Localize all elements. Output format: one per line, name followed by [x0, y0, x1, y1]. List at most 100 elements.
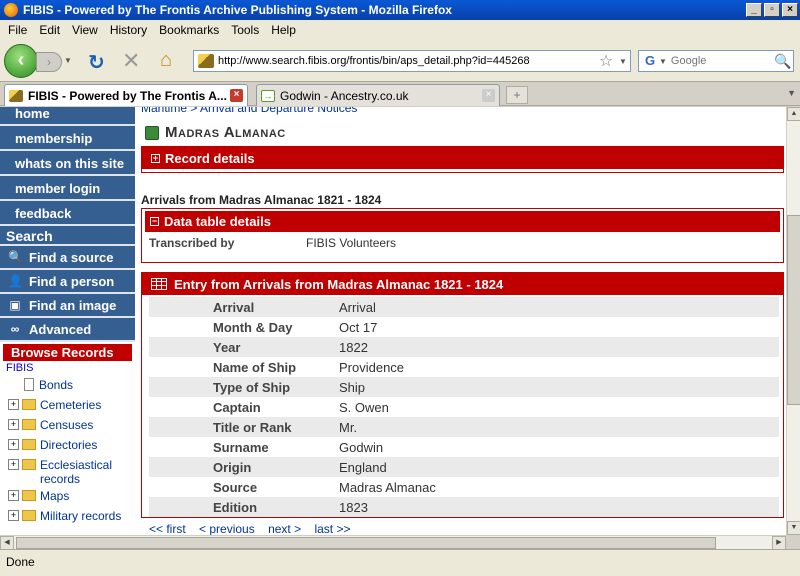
forward-arrow-icon: › — [47, 55, 51, 69]
search-magnifier-icon[interactable]: 🔍 — [773, 53, 793, 70]
horizontal-scrollbar[interactable]: ◀ ▶ — [0, 535, 786, 550]
person-icon: 👤 — [8, 274, 23, 288]
table-row: Title or Rank Mr. — [149, 417, 779, 437]
book-icon — [145, 125, 159, 140]
status-text: Done — [6, 555, 35, 569]
pager: << first < previous next > last >> — [149, 522, 360, 535]
tree-item-military[interactable]: + Military records — [8, 506, 135, 526]
fibis-tree-root[interactable]: FIBIS — [0, 361, 135, 375]
tab-label: Godwin - Ancestry.co.uk — [280, 88, 409, 103]
maximize-button[interactable]: ▫ — [764, 3, 780, 17]
tree-item-directories[interactable]: + Directories — [8, 435, 135, 455]
table-row: Origin England — [149, 457, 779, 477]
stop-icon[interactable]: ✕ — [122, 48, 140, 74]
minimize-button[interactable]: _ — [746, 3, 762, 17]
menu-file[interactable]: File — [2, 23, 33, 37]
table-row: Edition 1823 — [149, 497, 779, 517]
close-tab-icon[interactable]: × — [230, 89, 243, 102]
pager-next-link[interactable]: next > — [268, 522, 301, 535]
bookmark-star-icon[interactable]: ☆ — [596, 51, 616, 71]
find-source-link[interactable]: 🔍 Find a source — [0, 246, 135, 270]
document-icon — [24, 378, 34, 391]
data-table-details-bar[interactable]: − Data table details — [145, 211, 780, 232]
tab-bar: FIBIS - Powered by The Frontis A... × → … — [0, 82, 800, 106]
navigation-toolbar: ‹ › ▼ ↻ ✕ ⌂ http://www.search.fibis.org/… — [0, 40, 800, 82]
nav-home[interactable]: home — [0, 107, 135, 126]
history-dropdown-icon[interactable]: ▼ — [64, 56, 72, 65]
menu-tools[interactable]: Tools — [225, 23, 265, 37]
tab-list-dropdown-icon[interactable]: ▼ — [787, 88, 796, 98]
vertical-scrollbar[interactable]: ▲ ▼ — [786, 107, 800, 535]
table-row: Arrival Arrival — [149, 297, 779, 317]
tab-ancestry[interactable]: → Godwin - Ancestry.co.uk × — [256, 84, 500, 106]
expand-icon[interactable]: + — [8, 399, 19, 410]
collapse-icon[interactable]: − — [150, 217, 159, 226]
scroll-left-icon[interactable]: ◀ — [0, 536, 14, 550]
back-arrow-icon: ‹ — [17, 49, 25, 71]
find-person-link[interactable]: 👤 Find a person — [0, 270, 135, 294]
table-icon — [151, 278, 167, 290]
advanced-search-link[interactable]: ∞ Advanced — [0, 318, 135, 342]
find-image-link[interactable]: ▣ Find an image — [0, 294, 135, 318]
folder-icon — [22, 419, 36, 430]
reload-icon[interactable]: ↻ — [88, 50, 105, 75]
site-favicon-icon — [198, 54, 214, 68]
menu-edit[interactable]: Edit — [33, 23, 66, 37]
breadcrumb[interactable]: Maritime > Arrival and Departure Notices — [141, 107, 357, 115]
url-text[interactable]: http://www.search.fibis.org/frontis/bin/… — [218, 55, 596, 67]
record-details-bar[interactable]: + Record details — [142, 147, 783, 169]
menu-bar: File Edit View History Bookmarks Tools H… — [0, 20, 800, 40]
home-icon[interactable]: ⌂ — [160, 49, 172, 72]
pager-first-link[interactable]: << first — [149, 522, 186, 535]
fibis-favicon-icon — [9, 89, 23, 102]
expand-icon[interactable]: + — [8, 510, 19, 521]
vertical-scroll-thumb[interactable] — [787, 215, 800, 405]
new-tab-button[interactable]: + — [506, 86, 528, 104]
nav-feedback[interactable]: feedback — [0, 201, 135, 226]
table-row: Name of Ship Providence — [213, 359, 405, 375]
nav-membership[interactable]: membership — [0, 126, 135, 151]
entry-heading-bar: Entry from Arrivals from Madras Almanac … — [142, 273, 783, 295]
forward-button[interactable]: › — [36, 52, 62, 72]
tree-item-censuses[interactable]: + Censuses — [8, 415, 135, 435]
menu-view[interactable]: View — [66, 23, 104, 37]
record-tree: Bonds + Cemeteries + Censuses + Director… — [0, 375, 135, 526]
close-window-button[interactable]: × — [782, 3, 798, 17]
google-icon[interactable]: G — [641, 52, 659, 70]
search-input[interactable] — [670, 55, 773, 67]
tab-fibis[interactable]: FIBIS - Powered by The Frontis A... × — [4, 84, 248, 106]
url-dropdown-icon[interactable]: ▼ — [616, 57, 630, 66]
nav-member-login[interactable]: member login — [0, 176, 135, 201]
tree-item-bonds[interactable]: Bonds — [8, 375, 135, 395]
search-box[interactable]: G ▼ 🔍 — [638, 50, 794, 72]
transcribed-label: Transcribed by — [149, 236, 235, 250]
nav-whats-on[interactable]: whats on this site — [0, 151, 135, 176]
tree-item-cemeteries[interactable]: + Cemeteries — [8, 395, 135, 415]
expand-icon[interactable]: + — [8, 490, 19, 501]
scroll-up-icon[interactable]: ▲ — [787, 107, 800, 121]
tree-item-maps[interactable]: + Maps — [8, 486, 135, 506]
entry-heading: Entry from Arrivals from Madras Almanac … — [174, 276, 504, 292]
pager-last-link[interactable]: last >> — [314, 522, 350, 535]
table-row: Captain S. Owen — [213, 399, 389, 415]
expand-icon[interactable]: + — [8, 419, 19, 430]
pager-previous-link[interactable]: < previous — [199, 522, 255, 535]
menu-help[interactable]: Help — [265, 23, 302, 37]
data-table-details-label: Data table details — [164, 214, 271, 229]
expand-icon[interactable]: + — [8, 459, 19, 470]
search-engine-dropdown-icon[interactable]: ▼ — [659, 57, 667, 66]
horizontal-scroll-thumb[interactable] — [16, 537, 716, 549]
tree-item-ecclesiastical[interactable]: + Ecclesiastical records — [8, 455, 135, 486]
scroll-right-icon[interactable]: ▶ — [772, 536, 786, 550]
address-bar[interactable]: http://www.search.fibis.org/frontis/bin/… — [193, 50, 631, 72]
expand-icon[interactable]: + — [151, 153, 160, 163]
table-row: Surname Godwin — [213, 439, 384, 455]
back-button[interactable]: ‹ — [4, 44, 38, 78]
image-icon: ▣ — [9, 298, 21, 312]
menu-bookmarks[interactable]: Bookmarks — [153, 23, 225, 37]
table-row: Month & Day Oct 17 — [213, 319, 378, 335]
scroll-down-icon[interactable]: ▼ — [787, 521, 800, 535]
expand-icon[interactable]: + — [8, 439, 19, 450]
close-tab-icon[interactable]: × — [482, 89, 495, 102]
menu-history[interactable]: History — [104, 23, 153, 37]
